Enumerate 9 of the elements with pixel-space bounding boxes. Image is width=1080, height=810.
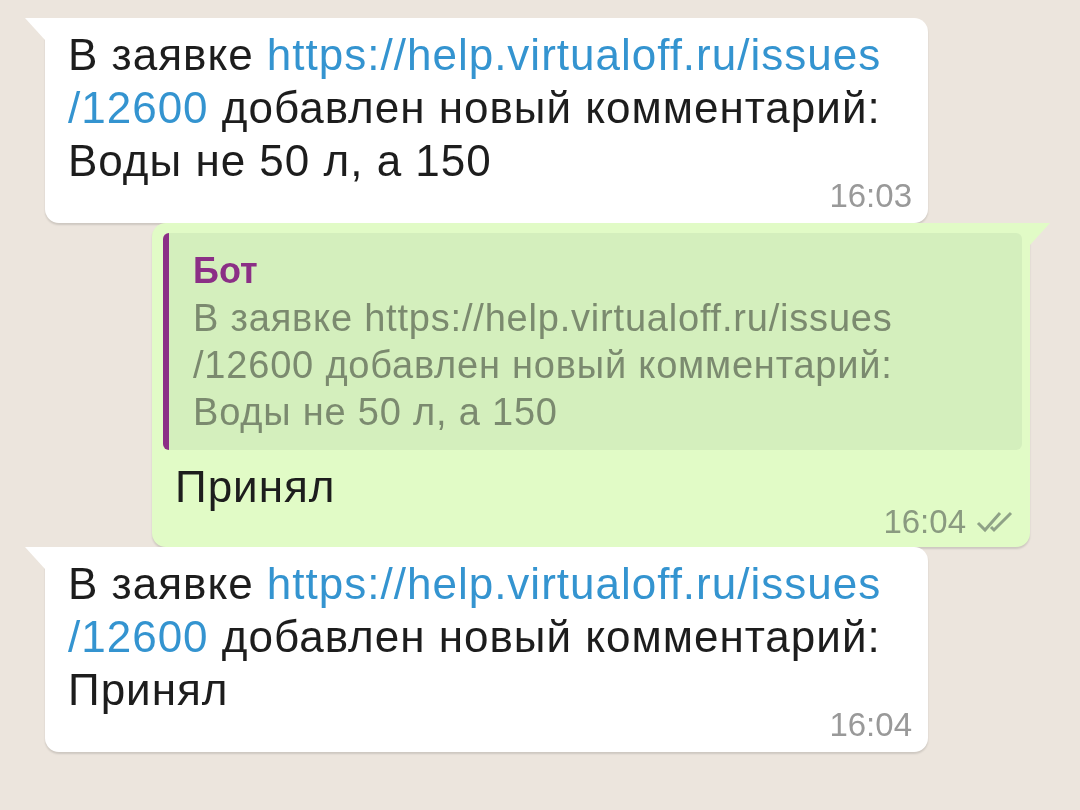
link[interactable]: https://help.virtualoff.ru/issues: [266, 559, 882, 608]
link[interactable]: https://help.virtualoff.ru/issues: [266, 30, 882, 79]
quote-text: В заявке https://help.virtualoff.ru/issues/12600 добавлен новый комментарий: Воды не 50 л, а 150: [193, 296, 894, 435]
link[interactable]: /12600: [68, 612, 209, 661]
link[interactable]: /12600: [68, 83, 209, 132]
timestamp: 16:04: [883, 507, 966, 537]
quoted-message[interactable]: Бот В заявке https://help.virtualoff.ru/issues/12600 добавлен новый комментарий: Воды не 50 л, а 150: [163, 233, 1022, 450]
message-text: Принял: [174, 461, 337, 513]
quote-author: Бот: [193, 249, 259, 293]
